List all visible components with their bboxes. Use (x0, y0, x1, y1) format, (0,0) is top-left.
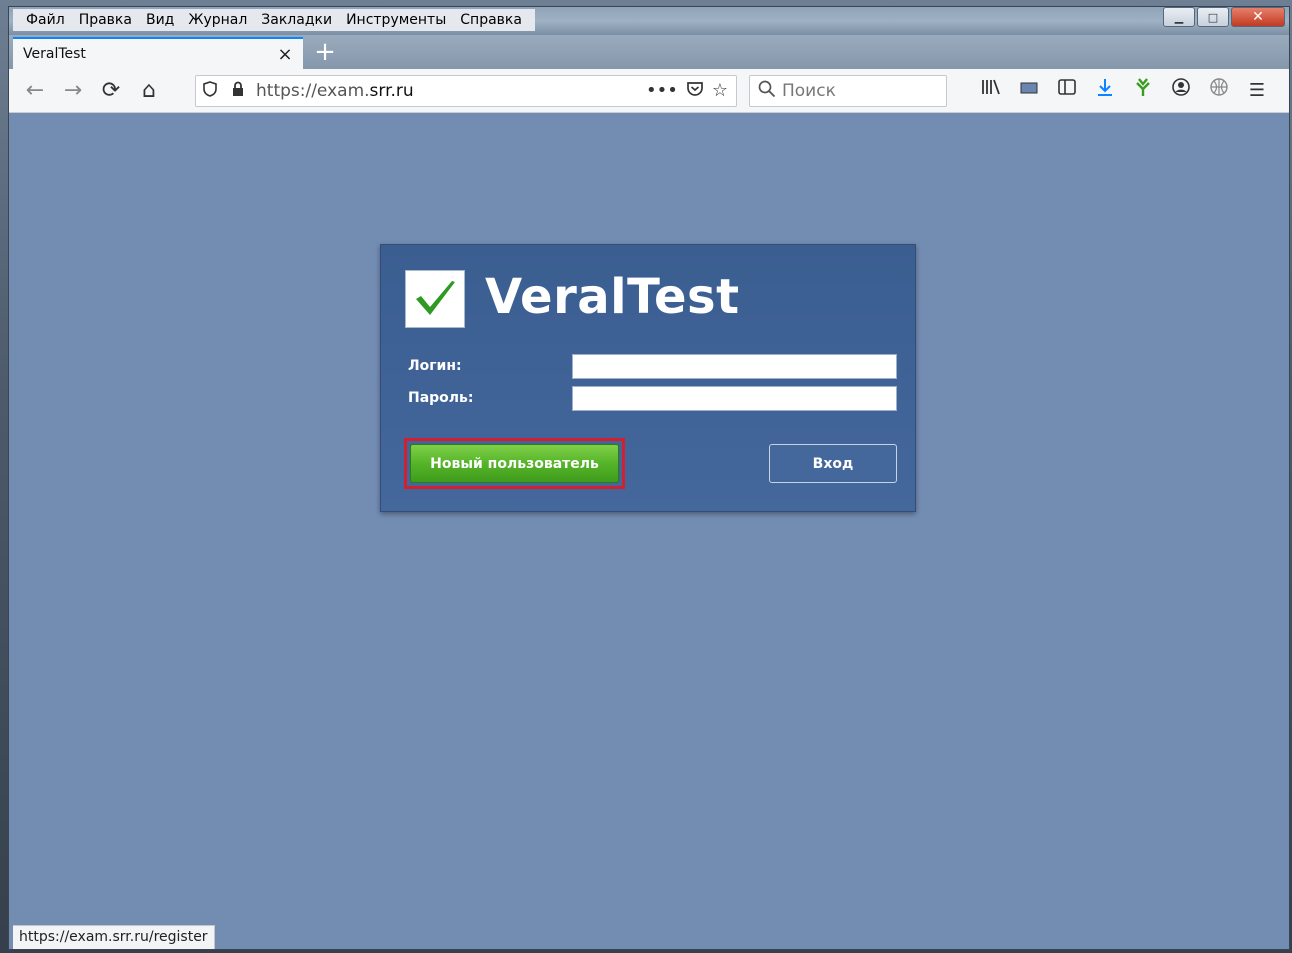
search-placeholder: Поиск (782, 81, 836, 101)
url-text[interactable]: https://exam.srr.ru (252, 81, 646, 101)
login-input[interactable] (572, 354, 897, 379)
account-icon[interactable] (1167, 77, 1195, 105)
menu-tools[interactable]: Инструменты (339, 9, 453, 31)
tab-strip: VeralTest × + (9, 35, 1289, 69)
menu-view[interactable]: Вид (139, 9, 181, 31)
login-label: Логин: (408, 358, 462, 374)
tab-title: VeralTest (23, 46, 86, 62)
title-bar: Файл Правка Вид Журнал Закладки Инструме… (9, 7, 1289, 35)
menu-edit[interactable]: Правка (72, 9, 139, 31)
pocket-icon[interactable] (686, 80, 704, 103)
library-icon[interactable] (977, 77, 1005, 105)
url-host: srr.ru (369, 81, 414, 101)
window-controls: ▁ □ ✕ (1161, 7, 1285, 29)
menu-bookmarks[interactable]: Закладки (254, 9, 339, 31)
password-input[interactable] (572, 386, 897, 411)
url-actions: ••• ☆ (646, 80, 736, 103)
menu-file[interactable]: Файл (19, 9, 72, 31)
page-actions-icon[interactable]: ••• (646, 80, 678, 103)
browser-window: Файл Правка Вид Журнал Закладки Инструме… (8, 6, 1290, 950)
lock-icon[interactable] (224, 81, 252, 101)
navigation-bar: ← → ⟳ ⌂ https://exam.srr.ru ••• ☆ Поиск … (9, 69, 1289, 113)
close-window-button[interactable]: ✕ (1231, 7, 1285, 27)
url-bar[interactable]: https://exam.srr.ru ••• ☆ (195, 75, 737, 107)
search-icon (758, 80, 776, 103)
maximize-icon: □ (1207, 10, 1219, 24)
sidebar-icon[interactable] (1053, 77, 1081, 105)
maximize-button[interactable]: □ (1197, 7, 1229, 27)
download-icon[interactable] (1091, 77, 1119, 105)
status-link: https://exam.srr.ru/register (13, 925, 215, 949)
menu-help[interactable]: Справка (453, 9, 529, 31)
checkmark-logo-icon (405, 270, 465, 328)
screenshot-icon[interactable] (1015, 77, 1043, 105)
back-button[interactable]: ← (21, 77, 49, 105)
shield-icon[interactable] (196, 81, 224, 101)
search-bar[interactable]: Поиск (749, 75, 947, 107)
url-prefix: https://exam. (256, 81, 370, 101)
hamburger-menu-icon[interactable]: ☰ (1243, 77, 1271, 105)
page-content: VeralTest Логин: Пароль: Новый пользоват… (9, 113, 1289, 949)
globe-icon[interactable] (1205, 77, 1233, 105)
password-label: Пароль: (408, 390, 474, 406)
close-icon: ✕ (1252, 9, 1264, 25)
menu-bar: Файл Правка Вид Журнал Закладки Инструме… (13, 9, 535, 31)
minimize-button[interactable]: ▁ (1163, 7, 1195, 27)
new-user-highlight: Новый пользователь (404, 438, 625, 489)
login-button[interactable]: Вход (769, 444, 897, 483)
new-user-button[interactable]: Новый пользователь (410, 444, 619, 483)
tab-close-icon[interactable]: × (275, 44, 295, 65)
home-button[interactable]: ⌂ (135, 77, 163, 105)
toolbar-icons: ☰ (977, 77, 1271, 105)
minimize-icon: ▁ (1174, 10, 1184, 24)
forward-button[interactable]: → (59, 77, 87, 105)
login-panel: VeralTest Логин: Пароль: Новый пользоват… (380, 244, 916, 512)
reload-button[interactable]: ⟳ (97, 77, 125, 105)
tab-veraltest[interactable]: VeralTest × (13, 37, 303, 69)
bookmark-star-icon[interactable]: ☆ (712, 80, 728, 103)
menu-history[interactable]: Журнал (181, 9, 254, 31)
extension-icon[interactable] (1129, 77, 1157, 105)
new-tab-button[interactable]: + (311, 39, 339, 67)
app-logo-text: VeralTest (485, 269, 740, 325)
